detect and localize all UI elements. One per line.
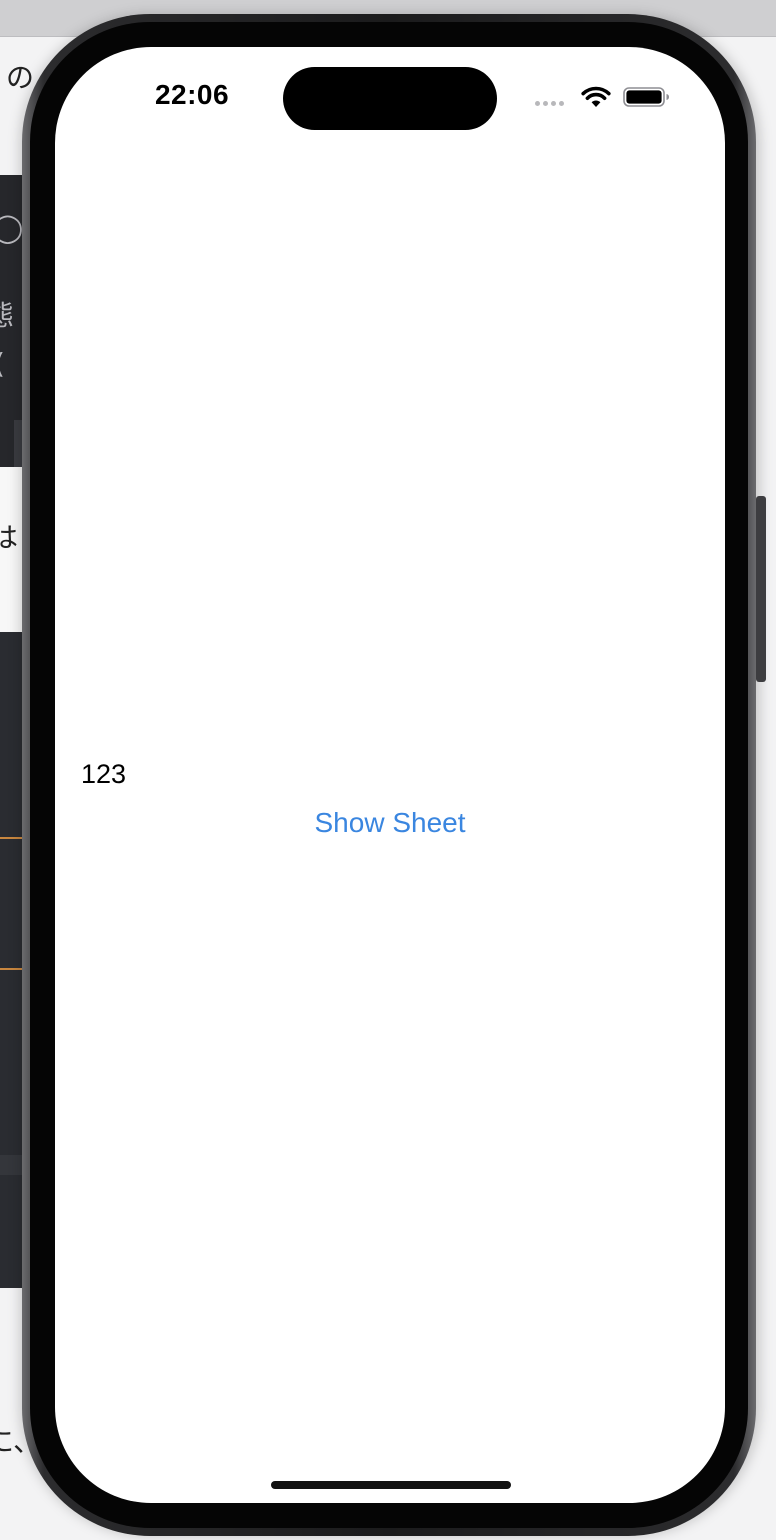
home-indicator[interactable]	[271, 1481, 511, 1489]
background-text-fragment: (	[0, 350, 5, 378]
dynamic-island	[283, 67, 497, 130]
count-label: 123	[81, 759, 127, 789]
status-time: 22:06	[154, 79, 230, 110]
background-text-fragment: は	[0, 521, 19, 554]
show-sheet-button[interactable]: Show Sheet	[290, 803, 490, 843]
cellular-signal-icon	[535, 101, 571, 107]
simulator-stage: の ◯ 態 ( は に、 22:06	[0, 0, 776, 1540]
status-icons	[535, 85, 675, 109]
wifi-icon	[581, 86, 611, 107]
background-text-fragment: 態	[0, 299, 15, 332]
background-text-fragment: の	[6, 61, 35, 94]
battery-icon	[623, 87, 669, 107]
device-screen: 22:06 123 Show Sheet	[55, 47, 725, 1503]
power-button	[756, 496, 766, 682]
